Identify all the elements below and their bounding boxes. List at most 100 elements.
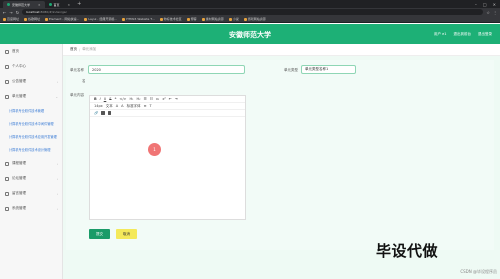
folder-icon	[84, 17, 88, 21]
reload-icon[interactable]: ↻	[16, 10, 19, 15]
italic-button[interactable]: I	[100, 97, 101, 101]
close-tab-icon[interactable]: ✕	[68, 3, 71, 7]
font-family-select[interactable]: 标准字体	[127, 104, 141, 109]
bookmark[interactable]: Layui - 经典开源模...	[84, 17, 117, 21]
notice-icon	[5, 79, 9, 84]
sidebar-item-home[interactable]: 首页	[0, 44, 62, 59]
star-icon[interactable]: ☆	[486, 10, 490, 15]
bookmark-label: Element - 网站快速...	[49, 17, 80, 21]
breadcrumb-home[interactable]: 首页	[70, 47, 77, 52]
chevron-right-icon: ›	[56, 191, 58, 196]
bookmark[interactable]: HTML5 Website T...	[122, 17, 155, 21]
font-size-select[interactable]: 14px	[94, 104, 103, 108]
strike-button[interactable]: S	[109, 97, 111, 101]
breadcrumb: 首页 / 单元添加	[63, 44, 500, 56]
folder-icon	[3, 17, 6, 21]
sidebar-item-profile[interactable]: 个人中心	[0, 59, 62, 74]
logout-link[interactable]: 退出登录	[478, 32, 492, 37]
code-button[interactable]: </>	[119, 97, 126, 101]
sidebar-subitem[interactable]: 计算机专业软件技术中间件管理	[0, 117, 62, 130]
bookmark-label: 游戏网站资源	[247, 17, 266, 21]
cancel-button[interactable]: 取消	[116, 229, 137, 239]
close-tab-icon[interactable]: ✕	[38, 3, 41, 7]
bookmarks-bar: 百度网址 谷歌网址 Element - 网站快速... Layui - 经典开源…	[0, 16, 500, 23]
tab-label: 首页	[53, 2, 60, 7]
menu-dots-icon[interactable]: ⋮	[493, 10, 497, 15]
close-window-icon[interactable]: ✕	[493, 2, 496, 7]
h1-button[interactable]: H₁	[129, 97, 133, 101]
link-icon[interactable]: 🔗	[94, 111, 98, 115]
forward-icon[interactable]: →	[9, 10, 12, 15]
bullet-list-button[interactable]: ☷	[150, 97, 153, 101]
clear-format-icon[interactable]: T	[150, 104, 152, 108]
browser-tab[interactable]: 首页 ✕	[45, 1, 75, 8]
unit-type-select[interactable]: 单元类型名称1	[301, 65, 356, 74]
rich-text-editor[interactable]: B I U S ❝ </> H₁ H₂ ☰ ☷ x₂ x² ⇤ ⇥ 14px 文…	[89, 95, 246, 220]
sidebar-item-notices[interactable]: 公告管理 ›	[0, 74, 62, 89]
sidebar-item-system[interactable]: 系统管理 ›	[0, 201, 62, 216]
outdent-button[interactable]: ⇤	[169, 97, 172, 101]
frontend-link[interactable]: 退出到前台	[454, 32, 472, 37]
sidebar-item-label: 论坛管理	[12, 176, 26, 180]
browser-tab-active[interactable]: 安徽师范大学 ✕	[3, 1, 45, 8]
bookmark[interactable]: Element - 网站快速...	[45, 17, 79, 21]
bookmark[interactable]: 游戏网站资源	[243, 17, 266, 21]
sidebar-item-messages[interactable]: 留言管理 ›	[0, 186, 62, 201]
bookmark[interactable]: 博客	[186, 17, 197, 21]
bookmark-label: 你好技术社区	[163, 17, 182, 21]
unit-content-label: 单元内容	[70, 93, 84, 97]
sidebar-item-courses[interactable]: 课程管理 ›	[0, 156, 62, 171]
image-icon[interactable]	[101, 111, 105, 115]
unit-type-value: 单元类型名称1	[305, 67, 329, 71]
minimize-icon[interactable]: –	[475, 2, 477, 7]
sidebar: 首页 个人中心 公告管理 › 单元管理 ⌄ 计算机专业软件技术管理 计算机专业软…	[0, 44, 63, 279]
bookmark-label: 素材网站资源	[205, 17, 224, 21]
sidebar-subitem[interactable]: 计算机专业软件技术设计管理	[0, 143, 62, 156]
underline-button[interactable]: U	[104, 97, 107, 101]
unit-name-input[interactable]: 2020	[88, 65, 245, 74]
user-link[interactable]: 用户 e1	[434, 32, 447, 37]
unit-type-label: 单元类型	[284, 68, 298, 72]
heading-select[interactable]: 文本	[106, 104, 113, 109]
sidebar-item-units[interactable]: 单元管理 ⌄	[0, 89, 62, 104]
bookmark[interactable]: 谷歌网址	[24, 17, 40, 21]
indent-button[interactable]: ⇥	[175, 97, 178, 101]
bold-button[interactable]: B	[94, 97, 97, 101]
folder-icon	[45, 17, 49, 21]
folder-icon	[122, 17, 126, 21]
sidebar-item-label: 系统管理	[12, 206, 26, 210]
chevron-right-icon: ›	[56, 206, 58, 211]
h2-button[interactable]: H₂	[137, 97, 141, 101]
bg-color-icon[interactable]: A	[121, 104, 123, 108]
header-links: 用户 e1 退出到前台 退出登录	[434, 32, 492, 37]
quote-button[interactable]: ❝	[115, 97, 117, 101]
folder-icon	[201, 17, 205, 21]
bookmark[interactable]: 素材网站资源	[201, 17, 224, 21]
bookmark-label: 小说	[232, 17, 239, 21]
sidebar-subitem[interactable]: 计算机专业软件技术应用开发管理	[0, 130, 62, 143]
url-host: localhost	[26, 10, 40, 14]
sidebar-item-label: 留言管理	[12, 191, 26, 195]
bookmark[interactable]: 你好技术社区	[159, 17, 182, 21]
system-icon	[5, 206, 9, 211]
breadcrumb-current: 单元添加	[82, 47, 97, 51]
back-icon[interactable]: ←	[3, 10, 6, 15]
url-field[interactable]: localhost :8080/#/index/gsc	[22, 9, 484, 15]
new-tab-icon[interactable]: +	[74, 1, 84, 8]
ordered-list-button[interactable]: ☰	[144, 97, 147, 101]
submit-button[interactable]: 提交	[89, 229, 110, 239]
superscript-button[interactable]: x²	[162, 97, 165, 101]
text-color-icon[interactable]: A	[116, 104, 118, 108]
bookmark[interactable]: 百度网址	[3, 17, 19, 21]
folder-icon	[186, 17, 190, 21]
folder-icon	[243, 17, 247, 21]
bookmark[interactable]: 小说	[228, 17, 239, 21]
video-icon[interactable]	[107, 111, 112, 115]
subscript-button[interactable]: x₂	[156, 97, 159, 101]
align-icon[interactable]: ≡	[144, 104, 147, 108]
app-header: 安徽师范大学 用户 e1 退出到前台 退出登录	[0, 24, 500, 44]
sidebar-subitem[interactable]: 计算机专业软件技术管理	[0, 104, 62, 117]
sidebar-item-forum[interactable]: 论坛管理 ›	[0, 171, 62, 186]
favicon-icon	[48, 3, 52, 6]
maximize-icon[interactable]: □	[483, 2, 487, 7]
